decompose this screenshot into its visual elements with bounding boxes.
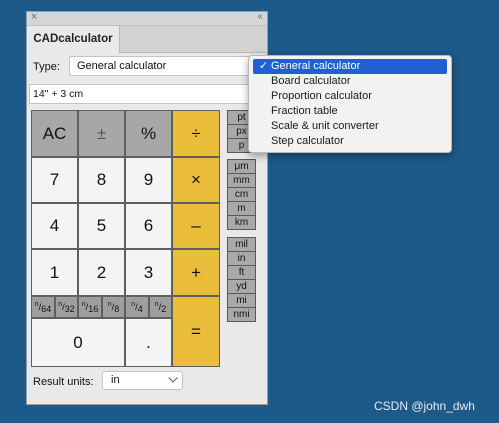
menu-item-fraction-table[interactable]: Fraction table: [249, 104, 451, 119]
subtract-button[interactable]: –: [172, 203, 220, 249]
fraction-64-button[interactable]: n/64: [31, 296, 55, 318]
unit-in-button[interactable]: in: [227, 251, 256, 266]
unit-nmi-button[interactable]: nmi: [227, 307, 256, 322]
unit-um-button[interactable]: μm: [227, 159, 256, 174]
clear-button[interactable]: AC: [31, 110, 78, 157]
type-dropdown-menu: ✓ General calculator Board calculator Pr…: [248, 55, 452, 153]
unit-cm-button[interactable]: cm: [227, 187, 256, 202]
unit-km-button[interactable]: km: [227, 215, 256, 230]
unit-ft-button[interactable]: ft: [227, 265, 256, 280]
chevron-down-icon: [168, 373, 178, 383]
digit-2-button[interactable]: 2: [78, 249, 125, 296]
expression-field[interactable]: 14" + 3 cm: [29, 84, 265, 104]
result-units-value: in: [111, 374, 120, 386]
fraction-denominator: 8: [114, 304, 120, 314]
add-button[interactable]: +: [172, 249, 220, 296]
watermark: CSDN @john_dwh: [374, 399, 475, 413]
fraction-numerator: n: [58, 300, 63, 308]
digit-0-button[interactable]: 0: [31, 318, 125, 367]
tab-bar: CADcalculator: [27, 26, 267, 53]
menu-item-proportion-calculator[interactable]: Proportion calculator: [249, 89, 451, 104]
close-icon[interactable]: ×: [31, 11, 37, 23]
fraction-numerator: n: [154, 300, 159, 308]
multiply-button[interactable]: ×: [172, 157, 220, 203]
fraction-16-button[interactable]: n/16: [78, 296, 102, 318]
divide-button[interactable]: ÷: [172, 110, 220, 157]
menu-item-scale-unit-converter[interactable]: Scale & unit converter: [249, 119, 451, 134]
fraction-denominator: 16: [88, 304, 99, 314]
menu-item-board-calculator[interactable]: Board calculator: [249, 74, 451, 89]
keypad: AC ± % ÷ 7 8 9 × 4 5 6 – 1 2 3 + n/64 n /…: [31, 110, 220, 370]
fraction-denominator: 32: [64, 304, 75, 314]
digit-8-button[interactable]: 8: [78, 157, 125, 203]
fraction-numerator: n: [34, 300, 39, 308]
fraction-numerator: n: [81, 300, 86, 308]
percent-button[interactable]: %: [125, 110, 172, 157]
collapse-icon[interactable]: ‹‹: [257, 11, 263, 22]
unit-yd-button[interactable]: yd: [227, 279, 256, 294]
digit-3-button[interactable]: 3: [125, 249, 172, 296]
fraction-denominator: 64: [41, 304, 52, 314]
checkmark-icon: ✓: [259, 60, 269, 72]
digit-4-button[interactable]: 4: [31, 203, 78, 249]
digit-1-button[interactable]: 1: [31, 249, 78, 296]
fraction-8-button[interactable]: n/8: [102, 296, 125, 318]
result-units-label: Result units:: [33, 376, 94, 388]
type-select[interactable]: General calculator: [69, 56, 265, 76]
fraction-denominator: 4: [137, 304, 143, 314]
menu-item-general-calculator[interactable]: ✓ General calculator: [253, 59, 447, 74]
fraction-numerator: n: [131, 300, 136, 308]
digit-7-button[interactable]: 7: [31, 157, 78, 203]
unit-m-button[interactable]: m: [227, 201, 256, 216]
fraction-numerator: n: [107, 300, 112, 308]
fraction-denominator: 2: [161, 304, 167, 314]
menu-item-label: General calculator: [271, 60, 361, 72]
digit-9-button[interactable]: 9: [125, 157, 172, 203]
unit-mil-button[interactable]: mil: [227, 237, 256, 252]
type-label: Type:: [33, 61, 60, 73]
cadcalculator-panel: × ‹‹ CADcalculator Type: General calcula…: [26, 11, 268, 405]
fraction-2-button[interactable]: n/2: [149, 296, 172, 318]
result-units-select[interactable]: in: [102, 371, 183, 390]
digit-5-button[interactable]: 5: [78, 203, 125, 249]
fraction-32-button[interactable]: n/32: [55, 296, 78, 318]
fraction-4-button[interactable]: n/4: [125, 296, 149, 318]
decimal-button[interactable]: .: [125, 318, 172, 367]
digit-6-button[interactable]: 6: [125, 203, 172, 249]
panel-titlebar: × ‹‹: [27, 11, 267, 26]
unit-mm-button[interactable]: mm: [227, 173, 256, 188]
unit-mi-button[interactable]: mi: [227, 293, 256, 308]
equals-button[interactable]: =: [172, 296, 220, 367]
menu-item-step-calculator[interactable]: Step calculator: [249, 134, 451, 149]
tab-cadcalculator[interactable]: CADcalculator: [27, 26, 120, 53]
sign-button[interactable]: ±: [78, 110, 125, 157]
